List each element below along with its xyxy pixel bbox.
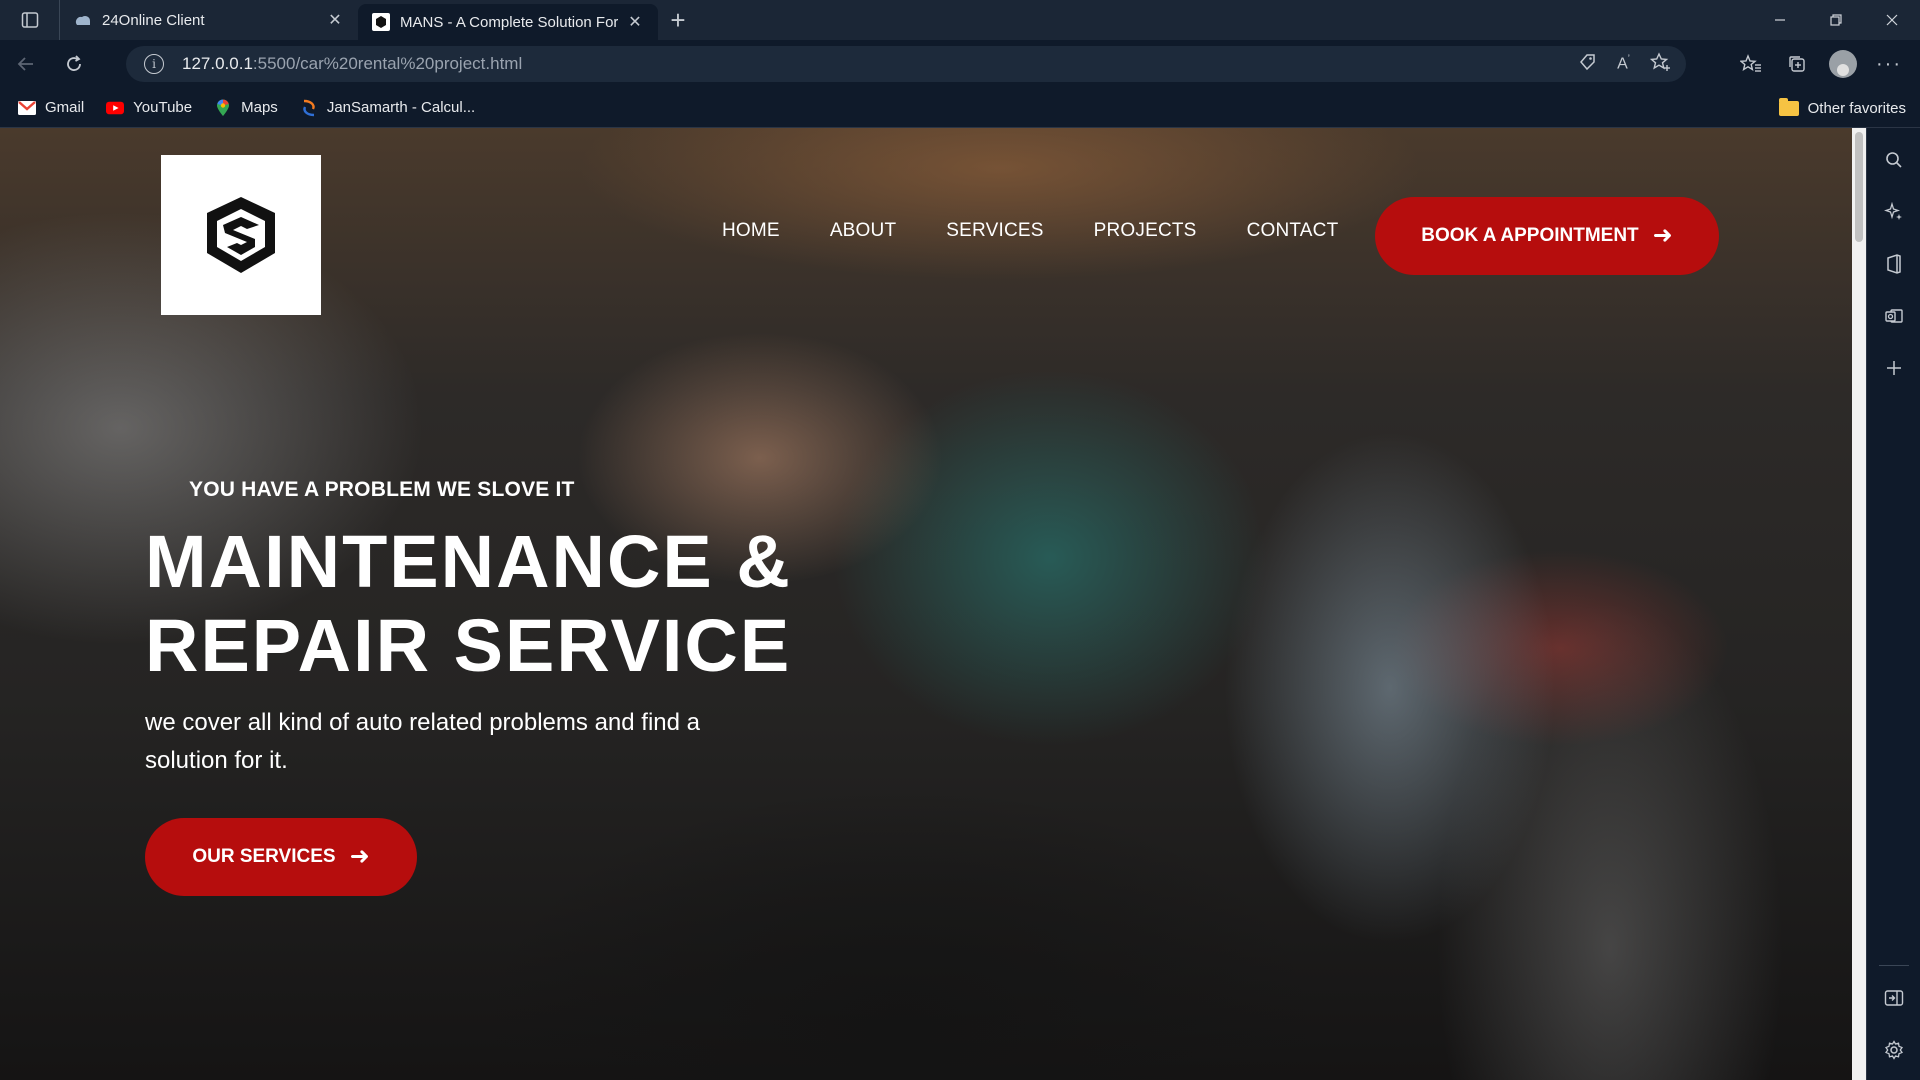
main-nav: HOME ABOUT SERVICES PROJECTS CONTACT	[722, 220, 1388, 242]
bookmark-label: Gmail	[45, 99, 85, 116]
hero-kicker: YOU HAVE A PROBLEM WE SLOVE IT	[189, 478, 575, 501]
headline-line-1: MAINTENANCE &	[145, 520, 792, 603]
site-logo[interactable]	[161, 155, 321, 315]
settings-more-button[interactable]: ···	[1866, 40, 1912, 88]
other-favorites-label: Other favorites	[1807, 99, 1906, 117]
tab-actions-icon	[21, 12, 38, 28]
sidebar-settings-button[interactable]	[1874, 1030, 1914, 1070]
sidebar-divider	[1878, 965, 1909, 966]
folder-icon	[1778, 97, 1799, 116]
arrow-right-icon: ➜	[349, 843, 370, 870]
restore-icon	[1830, 14, 1842, 26]
close-tab-icon[interactable]: ✕	[326, 11, 344, 29]
gmail-icon	[18, 99, 36, 117]
toolbar-actions: ···	[1728, 40, 1920, 88]
sidebar-office-button[interactable]	[1874, 244, 1914, 284]
address-toolbar: i 127.0.0.1:5500/car%20rental%20project.…	[0, 40, 1920, 88]
site-info-icon[interactable]: i	[144, 54, 164, 74]
sidebar-copilot-button[interactable]	[1874, 192, 1914, 232]
close-window-button[interactable]	[1864, 0, 1920, 40]
bookmark-jansamarth[interactable]: JanSamarth - Calcul...	[300, 99, 475, 117]
maps-icon	[214, 99, 232, 117]
bookmark-label: YouTube	[133, 99, 193, 116]
back-arrow-icon	[17, 57, 33, 71]
jansamarth-icon	[300, 99, 318, 117]
sidebar-hide-button[interactable]	[1874, 978, 1914, 1018]
office-icon	[1886, 254, 1901, 274]
favorites-bar: Gmail YouTube Maps JanSamarth - Calcul..…	[0, 88, 1920, 128]
page-scrollbar[interactable]	[1852, 128, 1866, 1080]
close-icon	[1886, 14, 1898, 26]
collections-button[interactable]	[1774, 40, 1820, 88]
more-icon: ···	[1876, 52, 1902, 75]
cloud-icon	[74, 11, 92, 29]
book-appointment-label: BOOK A APPOINTMENT	[1421, 225, 1639, 246]
plus-icon	[1886, 361, 1901, 375]
bookmark-youtube[interactable]: YouTube	[106, 99, 192, 117]
bookmark-label: Maps	[241, 99, 278, 116]
read-aloud-icon[interactable]: Aʼ	[1617, 54, 1630, 73]
headline-line-2: REPAIR SERVICE	[145, 604, 792, 687]
arrow-right-icon: ➜	[1652, 222, 1673, 249]
favorites-icon	[1740, 54, 1761, 72]
bookmark-gmail[interactable]: Gmail	[18, 99, 84, 117]
gear-icon	[1884, 1040, 1903, 1060]
sidebar-search-button[interactable]	[1874, 140, 1914, 180]
hero-headline: MAINTENANCE & REPAIR SERVICE	[145, 520, 845, 688]
youtube-icon	[106, 99, 125, 117]
nav-services[interactable]: SERVICES	[946, 220, 1043, 242]
refresh-button[interactable]	[52, 42, 96, 86]
nav-about[interactable]: ABOUT	[830, 220, 896, 242]
page-viewport: HOME ABOUT SERVICES PROJECTS CONTACT BOO…	[0, 128, 1866, 1080]
address-bar[interactable]: i 127.0.0.1:5500/car%20rental%20project.…	[126, 46, 1686, 82]
book-appointment-button[interactable]: BOOK A APPOINTMENT ➜	[1375, 197, 1719, 275]
hide-sidebar-icon	[1884, 990, 1903, 1006]
other-favorites[interactable]: Other favorites	[1778, 88, 1906, 128]
minimize-icon	[1775, 19, 1785, 21]
tab-title: MANS - A Complete Solution For	[400, 13, 618, 31]
edge-sidebar	[1866, 128, 1920, 1080]
tab-title: 24Online Client	[102, 11, 205, 29]
collections-icon	[1789, 56, 1805, 72]
favorites-button[interactable]	[1728, 40, 1774, 88]
close-tab-icon[interactable]: ✕	[626, 13, 644, 31]
sidebar-add-button[interactable]	[1874, 348, 1914, 388]
avatar	[1829, 50, 1857, 78]
address-bar-actions: Aʼ	[1577, 46, 1672, 82]
bookmark-maps[interactable]: Maps	[214, 99, 278, 117]
nav-contact[interactable]: CONTACT	[1247, 220, 1339, 242]
window-controls	[1752, 0, 1920, 40]
url-path: :5500/car%20rental%20project.html	[252, 54, 523, 73]
bookmark-label: JanSamarth - Calcul...	[326, 99, 476, 116]
refresh-icon	[67, 55, 81, 71]
sparkle-icon	[1883, 202, 1902, 220]
url-host: 127.0.0.1	[182, 54, 253, 73]
search-icon	[1885, 152, 1902, 168]
nav-home[interactable]: HOME	[722, 220, 780, 242]
scrollbar-thumb[interactable]	[1855, 132, 1863, 242]
hero-description: we cover all kind of auto related proble…	[145, 709, 700, 774]
back-button[interactable]	[4, 42, 48, 86]
our-services-button[interactable]: OUR SERVICES ➜	[145, 818, 417, 896]
minimize-button[interactable]	[1752, 0, 1808, 40]
outlook-icon	[1884, 309, 1903, 323]
tab-actions-button[interactable]	[0, 0, 60, 40]
add-favorite-icon[interactable]	[1649, 51, 1672, 77]
tab-mans[interactable]: MANS - A Complete Solution For ✕	[358, 4, 658, 40]
new-tab-button[interactable]: +	[658, 0, 698, 40]
logo-emblem	[207, 197, 275, 273]
profile-button[interactable]	[1820, 40, 1866, 88]
our-services-label: OUR SERVICES	[192, 846, 336, 867]
tab-strip: 24Online Client ✕ MANS - A Complete Solu…	[0, 0, 1920, 40]
nav-projects[interactable]: PROJECTS	[1094, 220, 1197, 242]
hero-background-image: HOME ABOUT SERVICES PROJECTS CONTACT BOO…	[0, 128, 1852, 1080]
site-favicon-icon	[372, 13, 390, 31]
restore-button[interactable]	[1808, 0, 1864, 40]
tab-24online[interactable]: 24Online Client ✕	[60, 0, 358, 40]
sidebar-outlook-button[interactable]	[1874, 296, 1914, 336]
tracking-prevention-icon[interactable]	[1577, 52, 1597, 77]
sidebar-bottom	[1874, 957, 1914, 1070]
